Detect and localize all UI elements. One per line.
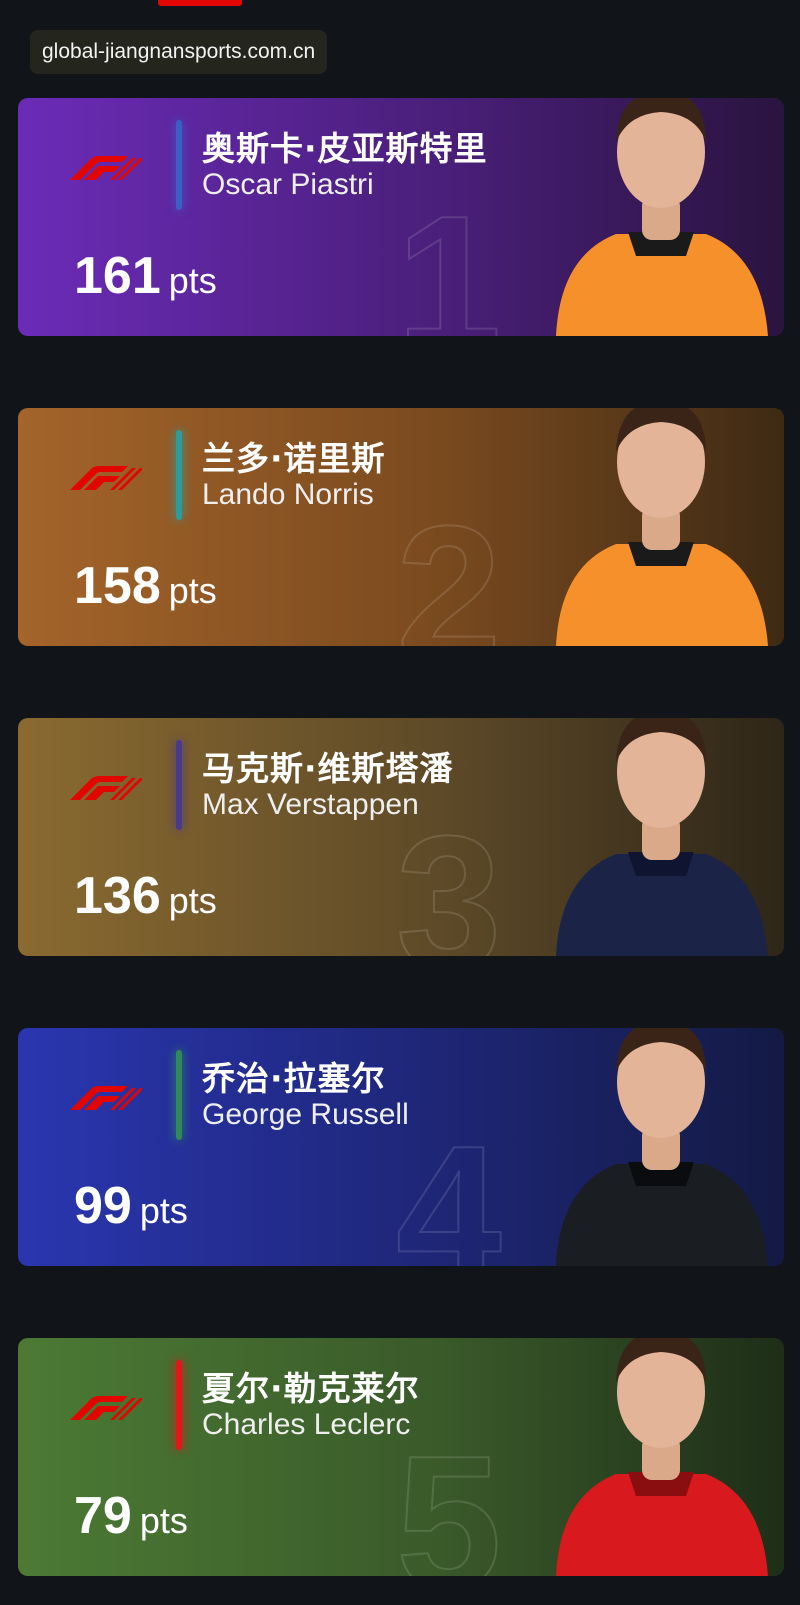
active-tab-indicator (158, 0, 242, 6)
driver-card-3[interactable]: 马克斯·维斯塔潘 Max Verstappen 3 136 pts (18, 718, 784, 956)
driver-portrait (556, 1028, 768, 1266)
points-unit: pts (168, 260, 217, 301)
driver-name-en: Max Verstappen (202, 788, 419, 821)
team-color-bar (176, 1050, 182, 1140)
driver-name-zh: 乔治·拉塞尔 (202, 1059, 386, 1098)
driver-portrait (556, 718, 768, 956)
driver-points: 136 pts (74, 866, 217, 926)
points-unit: pts (139, 1500, 188, 1541)
driver-name-zh: 兰多·诺里斯 (202, 439, 386, 478)
position-number: 2 (395, 487, 503, 646)
points-value: 79 (74, 1487, 132, 1545)
driver-name-zh: 奥斯卡·皮亚斯特里 (202, 129, 488, 168)
driver-points: 99 pts (74, 1176, 188, 1236)
f1-logo-icon (70, 1086, 142, 1110)
driver-card-5[interactable]: 夏尔·勒克莱尔 Charles Leclerc 5 79 pts (18, 1338, 784, 1576)
driver-name-en: Charles Leclerc (202, 1408, 411, 1441)
points-value: 99 (74, 1177, 132, 1235)
points-unit: pts (168, 880, 217, 921)
team-color-bar (176, 120, 182, 210)
f1-logo-icon (70, 1396, 142, 1420)
driver-points: 158 pts (74, 556, 217, 616)
driver-card-4[interactable]: 乔治·拉塞尔 George Russell 4 99 pts (18, 1028, 784, 1266)
team-color-bar (176, 740, 182, 830)
driver-points: 161 pts (74, 246, 217, 306)
f1-logo-icon (70, 466, 142, 490)
team-color-bar (176, 1360, 182, 1450)
points-value: 158 (74, 557, 161, 615)
points-value: 161 (74, 247, 161, 305)
team-color-bar (176, 430, 182, 520)
driver-portrait (556, 408, 768, 646)
f1-logo-icon (70, 156, 142, 180)
driver-name-en: Lando Norris (202, 478, 374, 511)
position-number: 4 (395, 1107, 503, 1266)
driver-name-zh: 马克斯·维斯塔潘 (202, 749, 454, 788)
f1-logo-icon (70, 776, 142, 800)
points-unit: pts (168, 570, 217, 611)
driver-card-2[interactable]: 兰多·诺里斯 Lando Norris 2 158 pts (18, 408, 784, 646)
points-unit: pts (139, 1190, 188, 1231)
driver-name-en: Oscar Piastri (202, 168, 374, 201)
position-number: 3 (395, 797, 503, 956)
driver-portrait (556, 98, 768, 336)
position-number: 1 (395, 177, 503, 336)
points-value: 136 (74, 867, 161, 925)
driver-name-en: George Russell (202, 1098, 409, 1131)
watermark-url: global-jiangnansports.com.cn (30, 30, 328, 74)
position-number: 5 (395, 1417, 503, 1576)
driver-card-1[interactable]: 奥斯卡·皮亚斯特里 Oscar Piastri 1 161 pts (18, 98, 784, 336)
driver-points: 79 pts (74, 1486, 188, 1546)
driver-name-zh: 夏尔·勒克莱尔 (202, 1369, 420, 1408)
driver-portrait (556, 1338, 768, 1576)
